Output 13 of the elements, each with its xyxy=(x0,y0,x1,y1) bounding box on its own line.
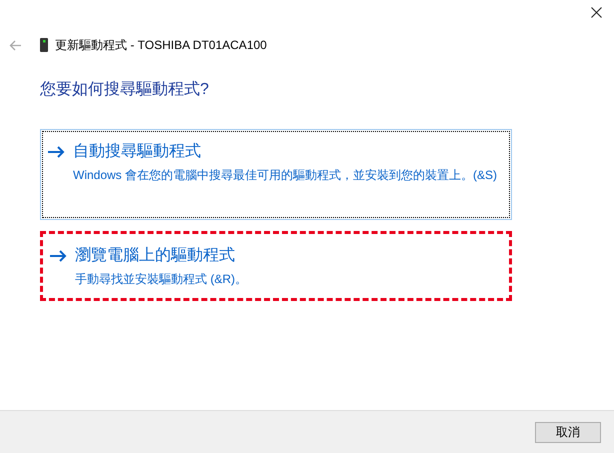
option-description: 手動尋找並安裝驅動程式 (&R)。 xyxy=(75,271,248,288)
option-title: 自動搜尋驅動程式 xyxy=(73,142,201,162)
option-title: 瀏覽電腦上的驅動程式 xyxy=(75,246,235,266)
arrow-icon xyxy=(49,250,67,262)
option-link[interactable]: 自動搜尋驅動程式 Windows 會在您的電腦中搜尋最佳可用的驅動程式，並安裝到您的裝置上。(&S) xyxy=(40,129,512,220)
option-description: Windows 會在您的電腦中搜尋最佳可用的驅動程式，並安裝到您的裝置上。(&S) xyxy=(73,167,498,184)
arrow-icon xyxy=(47,146,65,158)
option-link[interactable]: 瀏覽電腦上的驅動程式 手動尋找並安裝驅動程式 (&R)。 xyxy=(40,231,512,301)
window-title: 更新驅動程式 - TOSHIBA DT01ACA100 xyxy=(55,37,267,54)
dialog-heading: 您要如何搜尋驅動程式? xyxy=(40,80,210,100)
drive-icon xyxy=(40,38,48,52)
cancel-button[interactable]: 取消 xyxy=(535,422,601,442)
close-icon[interactable] xyxy=(591,7,602,18)
